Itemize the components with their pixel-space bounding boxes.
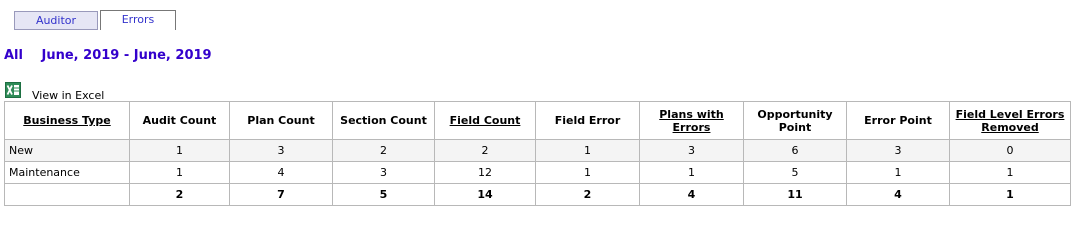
cell-opportunity-point: 5 [743, 161, 847, 184]
table-row: New 1 3 2 2 1 3 6 3 0 [4, 139, 1071, 162]
header-error-point: Error Point [846, 101, 950, 140]
header-opportunity-point: Opportunity Point [743, 101, 847, 140]
header-plans-with-errors[interactable]: Plans with Errors [639, 101, 744, 140]
scope-label: All [4, 48, 23, 63]
cell-error-point: 1 [846, 161, 950, 184]
cell-plans-with-errors: 3 [639, 139, 744, 162]
cell-field-count: 2 [434, 139, 536, 162]
total-business-type [4, 183, 130, 206]
cell-business-type: New [4, 139, 130, 162]
header-row: Business Type Audit Count Plan Count Sec… [4, 101, 1071, 140]
cell-audit-count: 1 [129, 139, 230, 162]
header-audit-count: Audit Count [129, 101, 230, 140]
tab-auditor[interactable]: Auditor [14, 11, 98, 30]
table-row: Maintenance 1 4 3 12 1 1 5 1 1 [4, 161, 1071, 184]
total-audit-count: 2 [129, 183, 230, 206]
tab-errors[interactable]: Errors [100, 10, 176, 30]
header-field-count[interactable]: Field Count [434, 101, 536, 140]
excel-icon[interactable] [5, 82, 21, 98]
cell-plans-with-errors: 1 [639, 161, 744, 184]
cell-business-type: Maintenance [4, 161, 130, 184]
cell-field-count: 12 [434, 161, 536, 184]
total-field-count: 14 [434, 183, 536, 206]
tab-bar: Auditor Errors [14, 10, 176, 30]
report-period: All June, 2019 - June, 2019 [4, 48, 212, 63]
header-business-type[interactable]: Business Type [4, 101, 130, 140]
total-plan-count: 7 [229, 183, 333, 206]
cell-section-count: 2 [332, 139, 435, 162]
total-field-error: 2 [535, 183, 640, 206]
total-section-count: 5 [332, 183, 435, 206]
date-range: June, 2019 - June, 2019 [41, 48, 212, 63]
total-opportunity-point: 11 [743, 183, 847, 206]
total-error-point: 4 [846, 183, 950, 206]
cell-field-error: 1 [535, 161, 640, 184]
view-in-excel-link[interactable]: View in Excel [5, 82, 104, 102]
header-field-level-errors-removed[interactable]: Field Level Errors Removed [949, 101, 1071, 140]
totals-row: 2 7 5 14 2 4 11 4 1 [4, 183, 1071, 206]
cell-plan-count: 4 [229, 161, 333, 184]
header-plan-count: Plan Count [229, 101, 333, 140]
cell-plan-count: 3 [229, 139, 333, 162]
header-section-count: Section Count [332, 101, 435, 140]
cell-opportunity-point: 6 [743, 139, 847, 162]
cell-field-level-errors-removed: 0 [949, 139, 1071, 162]
errors-table: Business Type Audit Count Plan Count Sec… [4, 101, 1071, 206]
cell-section-count: 3 [332, 161, 435, 184]
cell-field-level-errors-removed: 1 [949, 161, 1071, 184]
cell-audit-count: 1 [129, 161, 230, 184]
view-in-excel-label[interactable]: View in Excel [32, 89, 104, 102]
total-field-level-errors-removed: 1 [949, 183, 1071, 206]
cell-error-point: 3 [846, 139, 950, 162]
total-plans-with-errors: 4 [639, 183, 744, 206]
cell-field-error: 1 [535, 139, 640, 162]
header-field-error: Field Error [535, 101, 640, 140]
